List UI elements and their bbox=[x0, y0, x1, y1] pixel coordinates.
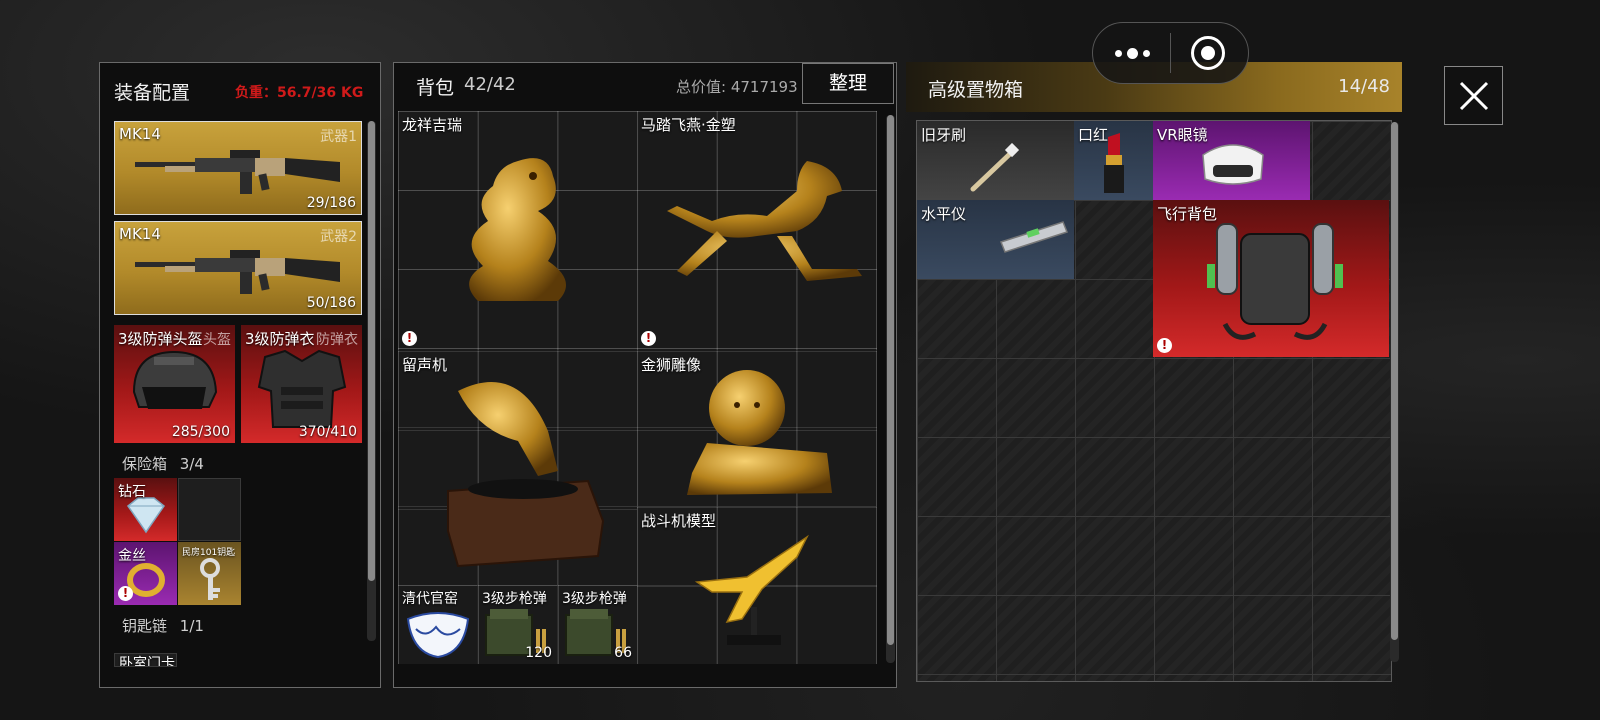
item-name: VR眼镜 bbox=[1157, 126, 1208, 144]
total-value: 总价值: 4717193 bbox=[676, 78, 798, 96]
warning-icon: ! bbox=[402, 331, 417, 346]
item-name: 金狮雕像 bbox=[641, 356, 702, 374]
key-icon bbox=[200, 558, 220, 600]
backpack-item-fighter-jet[interactable]: 战斗机模型 bbox=[637, 507, 877, 664]
vest-name: 3级防弹衣 bbox=[245, 330, 315, 348]
safe-empty-slot[interactable] bbox=[178, 478, 241, 541]
body-armor-icon bbox=[257, 349, 347, 428]
storage-item-toothbrush[interactable]: 旧牙刷 bbox=[917, 121, 1074, 200]
weapon-slot-2[interactable]: MK14 武器2 50/186 bbox=[114, 221, 362, 315]
backpack-title: 背包 bbox=[416, 77, 455, 99]
backpack-item-lion[interactable]: 金狮雕像 bbox=[637, 351, 877, 506]
helmet-slot[interactable]: 头盔 3级防弹头盔 285/300 bbox=[114, 325, 235, 443]
storage-item-lipstick[interactable]: 口红 bbox=[1074, 121, 1153, 200]
helmet-slot-tag: 头盔 bbox=[203, 332, 231, 348]
jetpack-icon bbox=[1207, 223, 1343, 340]
item-name: 民房101钥匙 bbox=[182, 548, 236, 558]
warning-icon: ! bbox=[1157, 338, 1172, 353]
backpack-item-dragon[interactable]: 龙祥吉瑞 ! bbox=[398, 111, 637, 350]
helmet-icon bbox=[132, 350, 218, 409]
storage-title: 高级置物箱 bbox=[928, 79, 1024, 101]
rifle-icon bbox=[135, 150, 340, 194]
helmet-name: 3级防弹头盔 bbox=[118, 330, 203, 348]
gramophone-icon bbox=[447, 382, 605, 568]
weapon-name: MK14 bbox=[119, 125, 161, 143]
weapon-slot-tag: 武器2 bbox=[320, 229, 357, 245]
weapon-slot-1[interactable]: MK14 武器1 29/186 bbox=[114, 121, 362, 215]
diamond-icon bbox=[126, 497, 166, 534]
keychain-label: 钥匙链 1/1 bbox=[122, 617, 204, 635]
keychain-count: 1/1 bbox=[179, 617, 204, 635]
weapon-slot-tag: 武器1 bbox=[320, 129, 357, 145]
backpack-scrollbar[interactable] bbox=[887, 115, 894, 645]
item-name: 钻石 bbox=[118, 484, 146, 500]
equipment-scrollbar[interactable] bbox=[368, 121, 375, 581]
item-name: 飞行背包 bbox=[1157, 205, 1218, 223]
storage-item-jetpack[interactable]: 飞行背包 ! bbox=[1153, 200, 1389, 357]
item-name: 卧室门卡 bbox=[119, 656, 175, 667]
backpack-item-porcelain[interactable]: 清代官窑 bbox=[398, 585, 477, 664]
item-name: 金丝 bbox=[118, 548, 146, 564]
safe-label: 保险箱 3/4 bbox=[122, 455, 204, 473]
item-name: 3级步枪弹 bbox=[562, 591, 627, 607]
item-name: 旧牙刷 bbox=[921, 126, 967, 144]
record-target-icon[interactable] bbox=[1191, 36, 1225, 70]
item-name: 口红 bbox=[1078, 126, 1109, 144]
vest-durability: 370/410 bbox=[298, 424, 357, 440]
keychain-item[interactable]: 卧室门卡 bbox=[114, 653, 177, 667]
item-name: 战斗机模型 bbox=[641, 512, 717, 530]
weapon-ammo: 50/186 bbox=[306, 295, 356, 311]
equipment-panel: 装备配置 负重：56.7/36 KG MK14 武器1 29/186 MK14 … bbox=[99, 62, 381, 688]
close-button[interactable] bbox=[1444, 66, 1503, 125]
item-count: 120 bbox=[525, 645, 552, 661]
vest-slot[interactable]: 防弹衣 3级防弹衣 370/410 bbox=[241, 325, 362, 443]
item-count: 66 bbox=[614, 645, 632, 661]
item-name: 水平仪 bbox=[921, 205, 967, 223]
weapon-ammo: 29/186 bbox=[306, 195, 356, 211]
backpack-item-rifle-ammo[interactable]: 3级步枪弹 120 bbox=[478, 585, 557, 664]
backpack-panel: 背包 42/42 总价值: 4717193 整理 龙祥吉瑞 ! 马踏飞燕·金塑 … bbox=[393, 62, 897, 688]
safe-count: 3/4 bbox=[179, 455, 204, 473]
backpack-item-gramophone[interactable]: 留声机 bbox=[398, 351, 637, 585]
item-name: 龙祥吉瑞 bbox=[402, 116, 463, 134]
dragon-statue-icon bbox=[469, 158, 566, 301]
safe-item-diamond[interactable]: 钻石 bbox=[114, 478, 177, 541]
porcelain-bowl-icon bbox=[406, 612, 470, 659]
horse-statue-icon bbox=[667, 161, 862, 281]
item-name: 清代官窑 bbox=[402, 591, 458, 607]
item-name: 留声机 bbox=[402, 356, 448, 374]
backpack-item-horse[interactable]: 马踏飞燕·金塑 ! bbox=[637, 111, 877, 350]
fighter-jet-icon bbox=[694, 534, 809, 645]
capsule-divider bbox=[1170, 33, 1171, 73]
safe-item-key[interactable]: 民房101钥匙 bbox=[178, 542, 241, 605]
warning-icon: ! bbox=[118, 586, 133, 601]
close-icon bbox=[1459, 81, 1489, 111]
capsule-menu bbox=[1092, 22, 1249, 84]
weapon-name: MK14 bbox=[119, 225, 161, 243]
equipment-title: 装备配置 bbox=[114, 82, 191, 104]
storage-item-spirit-level[interactable]: 水平仪 bbox=[917, 200, 1074, 279]
backpack-count: 42/42 bbox=[464, 74, 516, 95]
item-name: 马踏飞燕·金塑 bbox=[641, 116, 736, 134]
sort-button[interactable]: 整理 bbox=[802, 63, 894, 104]
storage-panel: 高级置物箱 14/48 旧牙刷 口红 VR眼镜 水平仪 飞行背包 ! bbox=[906, 62, 1402, 682]
storage-scrollbar[interactable] bbox=[1391, 122, 1398, 640]
backpack-item-rifle-ammo[interactable]: 3级步枪弹 66 bbox=[558, 585, 637, 664]
item-name: 3级步枪弹 bbox=[482, 591, 547, 607]
toothbrush-icon bbox=[970, 143, 1020, 192]
safe-item-gold-wire[interactable]: 金丝 ! bbox=[114, 542, 177, 605]
spirit-level-icon bbox=[1000, 221, 1068, 253]
storage-item-vr-headset[interactable]: VR眼镜 bbox=[1153, 121, 1310, 200]
warning-icon: ! bbox=[641, 331, 656, 346]
rifle-icon bbox=[135, 250, 340, 294]
helmet-durability: 285/300 bbox=[171, 424, 230, 440]
more-dots-icon[interactable] bbox=[1113, 44, 1153, 64]
weight-indicator: 负重：56.7/36 KG bbox=[235, 85, 364, 101]
lion-statue-icon bbox=[687, 370, 832, 495]
storage-count: 14/48 bbox=[1338, 76, 1390, 97]
vest-slot-tag: 防弹衣 bbox=[316, 332, 358, 348]
